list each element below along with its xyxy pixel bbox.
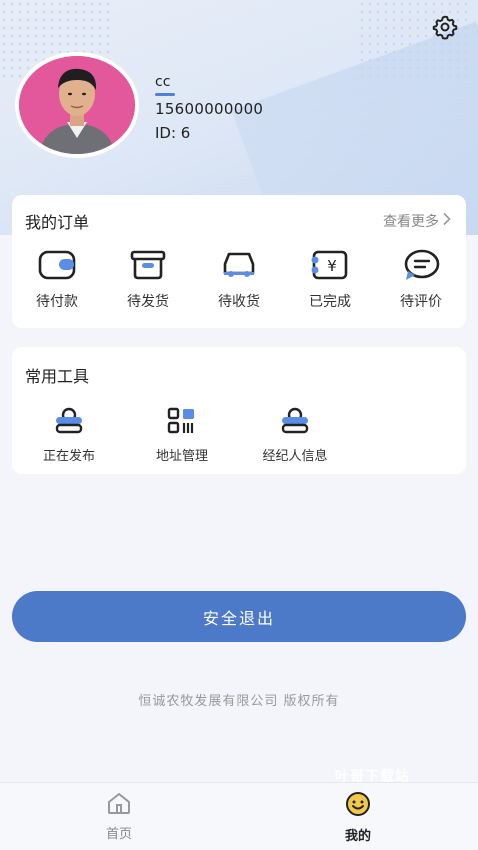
wallet-icon bbox=[37, 249, 77, 285]
order-pending-shipment[interactable]: 待发货 bbox=[113, 249, 183, 311]
address-icon bbox=[166, 407, 198, 439]
profile-phone: 15600000000 bbox=[155, 100, 264, 118]
copyright-text: 恒诚农牧发展有限公司 版权所有 bbox=[138, 694, 340, 709]
order-completed[interactable]: ¥ 已完成 bbox=[295, 249, 365, 311]
order-pending-receipt[interactable]: 待收货 bbox=[204, 249, 274, 311]
tool-agent-info[interactable]: 经纪人信息 bbox=[247, 407, 343, 464]
truck-icon bbox=[219, 249, 259, 285]
svg-text:¥: ¥ bbox=[327, 257, 337, 275]
tab-bar: 首页 我的 bbox=[0, 782, 478, 850]
tool-publishing[interactable]: 正在发布 bbox=[21, 407, 117, 464]
smiley-icon bbox=[344, 791, 372, 821]
avatar[interactable] bbox=[15, 52, 139, 158]
tool-label: 经纪人信息 bbox=[262, 449, 328, 464]
tab-label: 我的 bbox=[344, 829, 371, 844]
tool-address[interactable]: 地址管理 bbox=[134, 407, 230, 464]
chevron-right-icon bbox=[442, 212, 452, 230]
order-label: 已完成 bbox=[309, 294, 351, 310]
view-more-label: 查看更多 bbox=[383, 214, 439, 230]
orders-card: 我的订单 查看更多 待付款 待发货 待收货 ¥ 已完成 待评价 bbox=[12, 195, 466, 328]
order-pending-review[interactable]: 待评价 bbox=[386, 249, 456, 311]
order-label: 待评价 bbox=[400, 294, 442, 310]
agent-icon bbox=[279, 407, 311, 439]
view-more-link[interactable]: 查看更多 bbox=[383, 211, 452, 231]
order-label: 待收货 bbox=[218, 294, 260, 310]
profile-id: ID: 6 bbox=[155, 124, 191, 142]
tab-mine[interactable]: 我的 bbox=[318, 791, 398, 844]
avatar-photo bbox=[19, 56, 135, 154]
settings-button[interactable] bbox=[430, 14, 460, 44]
order-label: 待付款 bbox=[36, 294, 78, 310]
receipt-icon: ¥ bbox=[310, 249, 350, 285]
tools-card: 常用工具 正在发布 地址管理 经纪人信息 bbox=[12, 347, 466, 474]
tools-title: 常用工具 bbox=[25, 367, 90, 386]
tool-label: 地址管理 bbox=[155, 449, 208, 464]
tab-home[interactable]: 首页 bbox=[79, 791, 159, 842]
box-icon bbox=[128, 249, 168, 285]
orders-title: 我的订单 bbox=[25, 213, 90, 232]
gear-icon bbox=[432, 14, 458, 44]
home-icon bbox=[106, 791, 132, 819]
profile-name: cc bbox=[155, 74, 171, 90]
logout-button[interactable]: 安全退出 bbox=[12, 591, 466, 642]
order-pending-payment[interactable]: 待付款 bbox=[22, 249, 92, 311]
tab-label: 首页 bbox=[105, 827, 132, 842]
name-underline bbox=[155, 93, 175, 96]
chat-icon bbox=[401, 249, 441, 285]
order-label: 待发货 bbox=[127, 294, 169, 310]
tool-label: 正在发布 bbox=[42, 449, 95, 464]
publish-icon bbox=[53, 407, 85, 439]
